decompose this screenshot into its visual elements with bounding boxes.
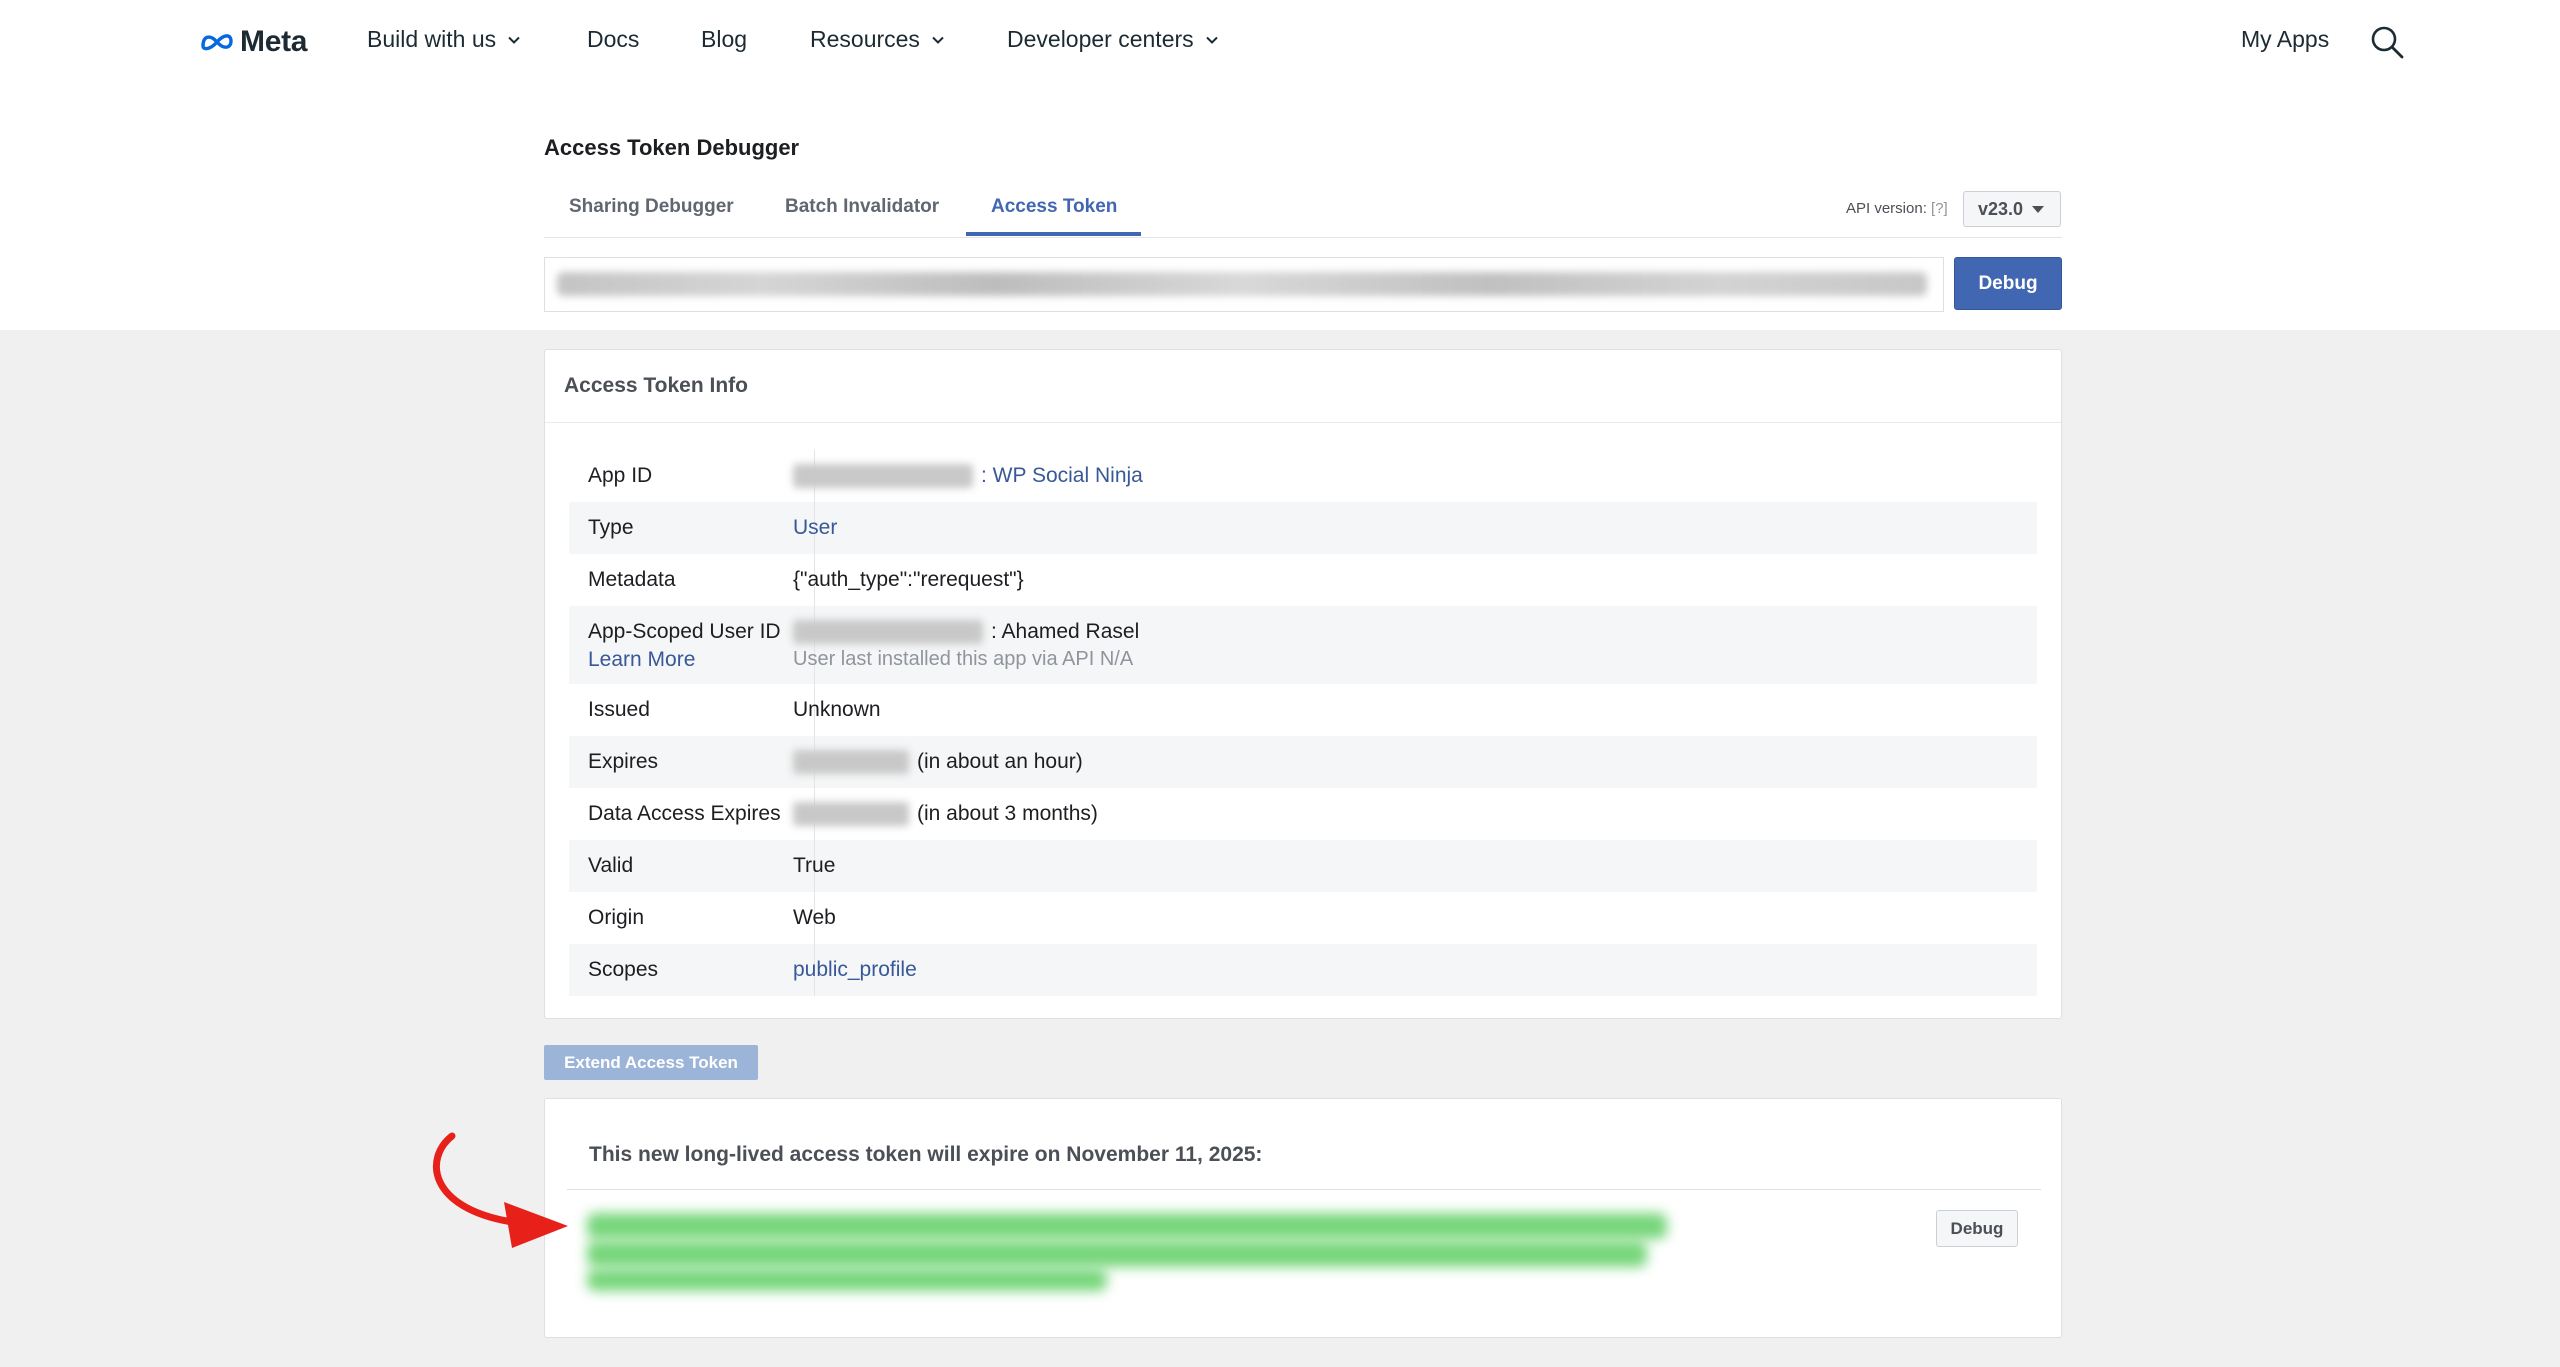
top-nav: Meta Build with us Docs Blog Resources D… [0, 0, 2560, 84]
data-access-expires-relative: (in about 3 months) [917, 802, 1098, 825]
table-row: Issued Unknown [569, 684, 2037, 736]
new-token-message: This new long-lived access token will ex… [589, 1143, 1263, 1166]
table-row: Metadata {"auth_type":"rerequest"} [569, 554, 2037, 606]
redacted-user-id [793, 620, 983, 645]
nav-blog-label: Blog [701, 26, 748, 52]
row-subtext: User last installed this app via API N/A [793, 648, 1134, 670]
chevron-down-icon [932, 36, 944, 44]
scope-link[interactable]: public_profile [793, 958, 917, 982]
chevron-down-icon [508, 36, 520, 44]
redacted-timestamp [793, 802, 909, 827]
nav-developer-centers[interactable]: Developer centers [1007, 26, 1218, 53]
info-table: App ID : WP Social Ninja Type User Metad… [569, 450, 2037, 996]
new-token-card: This new long-lived access token will ex… [544, 1098, 2062, 1338]
debug-new-token-button[interactable]: Debug [1936, 1210, 2018, 1247]
row-label: Data Access Expires [588, 802, 781, 825]
tool-tabs: Sharing Debugger Batch Invalidator Acces… [544, 188, 2062, 238]
debug-button[interactable]: Debug [1954, 257, 2062, 310]
row-label: Metadata [588, 568, 676, 591]
row-value: (in about 3 months) [793, 802, 1098, 827]
table-row: Data Access Expires (in about 3 months) [569, 788, 2037, 840]
search-icon[interactable] [2369, 24, 2405, 60]
nav-docs-label: Docs [587, 26, 640, 52]
nav-blog[interactable]: Blog [701, 26, 747, 53]
redacted-token [557, 272, 1927, 296]
my-apps-link[interactable]: My Apps [2241, 26, 2329, 53]
tab-access-token[interactable]: Access Token [991, 196, 1117, 218]
card-title: Access Token Info [564, 374, 748, 397]
tab-batch-invalidator[interactable]: Batch Invalidator [785, 196, 939, 218]
redacted-timestamp [793, 750, 909, 775]
row-value: {"auth_type":"rerequest"} [793, 568, 1024, 591]
page-title: Access Token Debugger [544, 135, 800, 160]
row-value: Unknown [793, 698, 881, 721]
nav-developer-centers-label: Developer centers [1007, 26, 1194, 52]
app-name-link[interactable]: : WP Social Ninja [981, 464, 1143, 487]
learn-more-link[interactable]: Learn More [588, 648, 695, 672]
type-link[interactable]: User [793, 516, 837, 540]
access-token-input[interactable] [544, 257, 1944, 312]
row-label: Origin [588, 906, 645, 929]
user-name: : Ahamed Rasel [991, 620, 1140, 643]
nav-resources[interactable]: Resources [810, 26, 944, 53]
redacted-new-token[interactable] [587, 1209, 1667, 1295]
row-value: : Ahamed Rasel [793, 620, 1140, 645]
meta-logo-icon [201, 34, 233, 51]
table-row: App ID : WP Social Ninja [569, 450, 2037, 502]
api-version-label: API version: [?] [1846, 200, 1948, 217]
extend-access-token-button[interactable]: Extend Access Token [544, 1045, 758, 1080]
table-row: Expires (in about an hour) [569, 736, 2037, 788]
redacted-app-id [793, 464, 973, 489]
row-label: Issued [588, 698, 650, 721]
table-row: Type User [569, 502, 2037, 554]
row-label: Expires [588, 750, 659, 773]
red-curved-arrow-icon [432, 1132, 568, 1248]
nav-resources-label: Resources [810, 26, 920, 52]
table-row: Origin Web [569, 892, 2037, 944]
row-value: Web [793, 906, 836, 929]
row-label: App ID [588, 464, 653, 487]
chevron-down-icon [1205, 36, 1218, 44]
dropdown-triangle-icon [2032, 205, 2045, 213]
api-help-link[interactable]: [?] [1931, 200, 1948, 217]
card-header: Access Token Info [545, 350, 2061, 423]
column-divider [814, 606, 815, 684]
logo-text: Meta [240, 25, 308, 58]
row-value: (in about an hour) [793, 750, 1083, 775]
expires-relative: (in about an hour) [917, 750, 1083, 773]
row-label: Scopes [588, 958, 659, 981]
api-version-value: v23.0 [1978, 198, 2024, 219]
access-token-info-card: Access Token Info App ID : WP Social Nin… [544, 349, 2062, 1019]
meta-logo[interactable]: Meta [200, 22, 307, 62]
nav-build-with-us[interactable]: Build with us [367, 26, 520, 53]
nav-docs[interactable]: Docs [587, 26, 639, 53]
tab-sharing-debugger[interactable]: Sharing Debugger [569, 196, 734, 218]
my-apps-label: My Apps [2241, 26, 2330, 52]
row-label: App-Scoped User ID [588, 620, 781, 643]
row-label: Valid [588, 854, 634, 877]
table-row: Valid True [569, 840, 2037, 892]
api-version-text: API version: [1846, 200, 1927, 217]
active-tab-indicator [966, 232, 1141, 236]
row-value: True [793, 854, 836, 877]
nav-build-with-us-label: Build with us [367, 26, 497, 52]
table-row: Scopes public_profile [569, 944, 2037, 996]
row-label: Type [588, 516, 634, 539]
api-version-select[interactable]: v23.0 [1963, 191, 2061, 227]
table-row: App-Scoped User ID Learn More : Ahamed R… [569, 606, 2037, 684]
divider [567, 1189, 2041, 1190]
row-value: : WP Social Ninja [793, 464, 1143, 489]
